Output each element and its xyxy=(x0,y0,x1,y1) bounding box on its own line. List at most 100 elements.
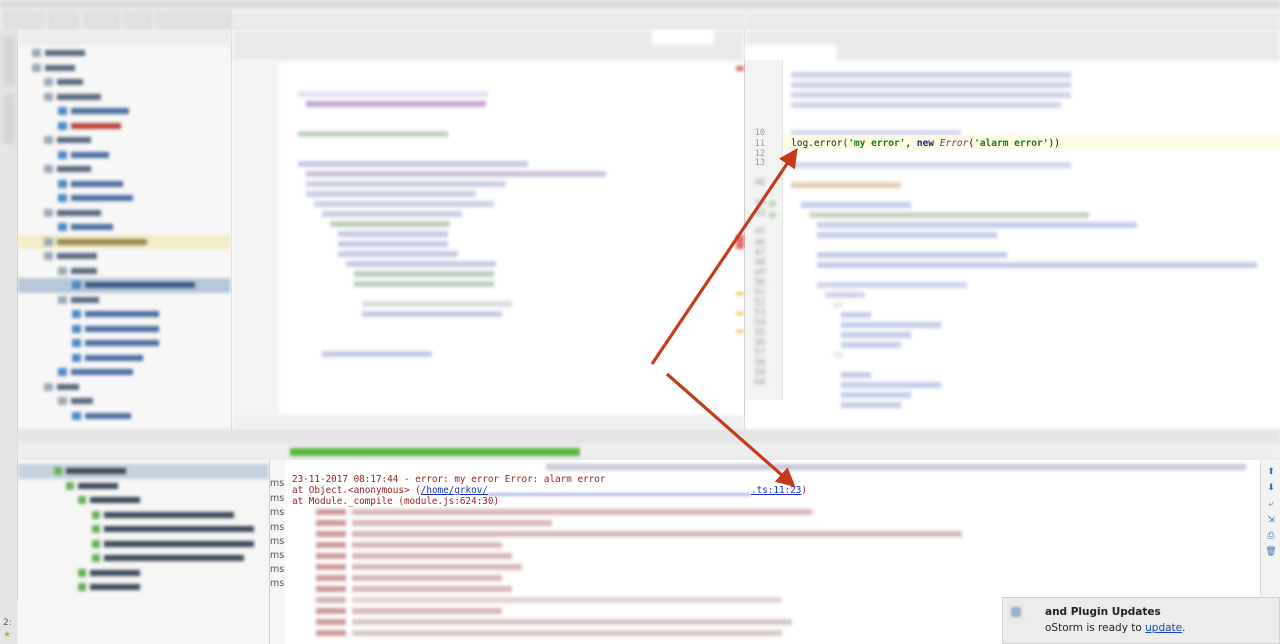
tree-item[interactable] xyxy=(18,234,231,249)
tree-item[interactable] xyxy=(18,365,231,380)
stack-frame-close: ) xyxy=(801,485,807,496)
structure-tool-tab[interactable] xyxy=(3,94,15,144)
editor-tab[interactable] xyxy=(1049,30,1123,45)
breadcrumb-item[interactable] xyxy=(359,417,393,430)
test-node[interactable] xyxy=(18,522,269,537)
file-link-position[interactable]: .ts:11:23 xyxy=(751,485,801,496)
test-node[interactable] xyxy=(18,580,269,595)
tree-item[interactable] xyxy=(18,409,231,424)
test-node[interactable] xyxy=(18,493,269,508)
tree-item[interactable] xyxy=(18,206,231,221)
tree-item[interactable] xyxy=(18,351,231,366)
code-area[interactable] xyxy=(282,60,736,416)
passed-icon xyxy=(78,583,86,592)
line-number: 42 xyxy=(754,198,765,208)
breadcrumb-item[interactable] xyxy=(157,12,231,27)
tree-item[interactable] xyxy=(18,191,231,206)
print-icon[interactable]: ⎙ xyxy=(1265,530,1277,541)
tree-item[interactable] xyxy=(18,293,231,308)
editor-tab[interactable] xyxy=(572,30,652,45)
breadcrumb-item[interactable] xyxy=(125,12,152,27)
ts-file-icon xyxy=(58,150,67,159)
editor-tab[interactable] xyxy=(894,30,980,45)
editor-tab[interactable] xyxy=(232,30,318,45)
soft-wrap-icon[interactable]: ⤶ xyxy=(1265,498,1277,509)
tree-item[interactable] xyxy=(18,249,231,264)
test-node-root[interactable] xyxy=(18,464,269,479)
editor-tab[interactable] xyxy=(411,30,485,45)
tree-item[interactable] xyxy=(18,133,231,148)
tree-item[interactable] xyxy=(18,61,231,76)
editor-tab[interactable] xyxy=(980,30,1048,45)
warning-stripe-marker[interactable] xyxy=(736,330,744,333)
breadcrumb-item[interactable] xyxy=(282,417,339,430)
structure-tab-label[interactable]: 2: xyxy=(3,618,12,628)
test-node[interactable] xyxy=(18,566,269,581)
tree-item[interactable] xyxy=(18,162,231,177)
tree-item[interactable] xyxy=(18,177,231,192)
stack-frame-prefix: at Object.<anonymous> ( xyxy=(292,485,421,496)
right-code-view[interactable]: 10 11 12 13 40 42 43 45 46 47 48 49 50 5… xyxy=(745,60,1280,408)
tree-item[interactable] xyxy=(18,336,231,351)
stack-frame-line: at Object.<anonymous> (/home/grkov/ .ts:… xyxy=(292,485,807,496)
tree-item[interactable] xyxy=(18,380,231,395)
favorites-star-icon[interactable]: ★ xyxy=(3,630,11,640)
run-toolbar xyxy=(18,444,1280,460)
editor-tabs xyxy=(745,30,1280,60)
error-stripe-marker[interactable] xyxy=(736,235,744,249)
tree-item-selected[interactable] xyxy=(18,278,231,293)
tree-item[interactable] xyxy=(18,148,231,163)
editor-left[interactable] xyxy=(232,30,745,430)
project-tool-tab[interactable] xyxy=(3,36,15,86)
error-stripe-marker[interactable] xyxy=(736,66,744,71)
line-number: 13 xyxy=(754,158,765,168)
folder-icon xyxy=(44,208,53,217)
tree-item[interactable] xyxy=(18,322,231,337)
warning-stripe-marker[interactable] xyxy=(736,292,744,295)
editor-tab[interactable] xyxy=(318,30,410,45)
tree-item[interactable] xyxy=(18,90,231,105)
editor-tab-active[interactable] xyxy=(652,30,715,45)
file-link[interactable]: /home/grkov/ xyxy=(421,485,488,496)
breadcrumb-item[interactable] xyxy=(456,417,502,430)
tree-item[interactable] xyxy=(18,46,231,61)
test-node[interactable] xyxy=(18,551,269,566)
editor-tab[interactable] xyxy=(288,45,362,60)
tree-item[interactable] xyxy=(18,75,231,90)
ts-file-icon xyxy=(72,353,81,362)
error-class: Error xyxy=(939,138,969,149)
arrow-up-icon[interactable]: ⬆ xyxy=(1265,466,1277,477)
breadcrumb-item[interactable] xyxy=(414,417,437,430)
editor-tab-active[interactable] xyxy=(745,45,838,60)
update-notification[interactable]: and Plugin Updates oStorm is ready to up… xyxy=(1002,597,1280,644)
run-test-gutter-icon[interactable]: ⟳ xyxy=(769,212,777,222)
breadcrumb-item[interactable] xyxy=(48,12,78,27)
tree-item[interactable] xyxy=(18,104,231,119)
editor-tab[interactable] xyxy=(485,30,571,45)
tree-item[interactable] xyxy=(18,119,231,134)
notification-body: oStorm is ready to update. xyxy=(1045,622,1185,634)
file-link-blurred[interactable] xyxy=(488,485,751,496)
warning-stripe-marker[interactable] xyxy=(736,312,744,315)
test-results-tree[interactable] xyxy=(18,460,270,644)
log-error-line[interactable]: log.error('my error', new Error('alarm e… xyxy=(791,138,1060,149)
breadcrumb-item[interactable] xyxy=(83,12,120,27)
tree-item[interactable] xyxy=(18,394,231,409)
folder-icon xyxy=(44,382,53,391)
tree-item[interactable] xyxy=(18,264,231,279)
arrow-down-icon[interactable]: ⬇ xyxy=(1265,482,1277,493)
tree-item[interactable] xyxy=(18,220,231,235)
run-test-gutter-icon[interactable]: ⟳ xyxy=(769,200,777,210)
scroll-to-end-icon[interactable]: ⇲ xyxy=(1265,514,1277,525)
test-node[interactable] xyxy=(18,479,269,494)
test-node[interactable] xyxy=(18,537,269,552)
editor-tab[interactable] xyxy=(745,30,813,45)
breadcrumb-item[interactable] xyxy=(4,12,43,27)
editor-tab[interactable] xyxy=(1123,30,1203,45)
editor-tab[interactable] xyxy=(813,30,893,45)
tree-item[interactable] xyxy=(18,307,231,322)
update-link[interactable]: update xyxy=(1145,622,1182,634)
trash-icon[interactable]: 🗑 xyxy=(1265,546,1277,557)
editor-tab[interactable] xyxy=(232,45,288,60)
test-node[interactable] xyxy=(18,508,269,523)
